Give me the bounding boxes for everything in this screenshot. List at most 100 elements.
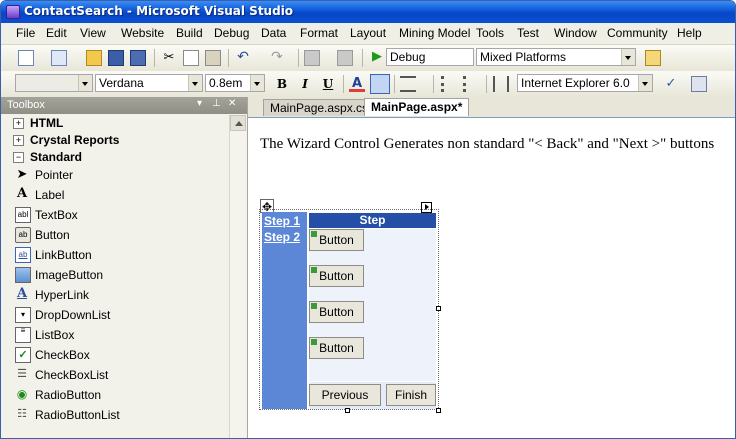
wizard-button[interactable]: Button	[309, 301, 364, 323]
toolbox-item-checkbox[interactable]: ✓ CheckBox	[13, 345, 235, 365]
toolbox-category-html[interactable]: + HTML	[13, 116, 63, 130]
previous-button[interactable]: Previous	[309, 384, 381, 406]
cut-icon[interactable]: ✂	[161, 50, 177, 66]
toolbox-item-button[interactable]: ab Button	[13, 225, 235, 245]
wizard-button[interactable]: Button	[309, 337, 364, 359]
target-schema-dropdown[interactable]: Internet Explorer 6.0	[517, 74, 653, 92]
toolbox-item-radiobutton[interactable]: ◉ RadioButton	[13, 385, 235, 405]
toolbox-item-label: ListBox	[35, 328, 75, 342]
wizard-control[interactable]: Step 1 Step 2 Step Button Button Button …	[259, 209, 439, 410]
background-color-icon[interactable]	[370, 74, 390, 94]
paste-icon[interactable]	[205, 50, 221, 66]
menu-help[interactable]: Help	[677, 26, 702, 40]
toolbox-item-imagebutton[interactable]: ImageButton	[13, 265, 235, 285]
toolbox-item-label: Button	[35, 228, 70, 242]
toolbox-category-crystal-reports[interactable]: + Crystal Reports	[13, 133, 119, 147]
menu-format[interactable]: Format	[300, 26, 338, 40]
menu-tools[interactable]: Tools	[476, 26, 504, 40]
foreground-color-icon[interactable]: A	[349, 76, 365, 92]
tab-mainpage-aspx[interactable]: MainPage.aspx*	[364, 98, 470, 116]
menu-build[interactable]: Build	[176, 26, 203, 40]
menu-data[interactable]: Data	[261, 26, 286, 40]
find-in-files-icon[interactable]	[645, 50, 661, 66]
redo-icon[interactable]: ↷	[269, 49, 285, 65]
font-size-dropdown[interactable]: 0.8em	[205, 74, 265, 92]
copy-icon[interactable]	[183, 50, 199, 66]
menu-community[interactable]: Community	[607, 26, 668, 40]
numbered-list-icon[interactable]	[441, 76, 457, 92]
toolbox-title: Toolbox	[7, 99, 45, 111]
toolbox-scrollbar[interactable]	[229, 115, 246, 438]
toolbox-item-checkboxlist[interactable]: ☰ CheckBoxList	[13, 365, 235, 385]
toolbox-item-label: HyperLink	[35, 288, 90, 302]
new-project-icon[interactable]	[18, 50, 34, 66]
hyperlink-icon: A	[16, 286, 28, 301]
menu-mining-model[interactable]: Mining Model	[399, 26, 470, 40]
standard-toolbar: ✂ ↶ ↷ ▶ Debug Mixed Platforms	[1, 45, 735, 72]
start-debugging-icon[interactable]: ▶	[369, 49, 385, 65]
menu-file[interactable]: File	[16, 26, 35, 40]
button-icon: ab	[15, 227, 31, 243]
bold-button[interactable]: B	[273, 75, 291, 93]
menu-layout[interactable]: Layout	[350, 26, 386, 40]
pin-icon[interactable]: ⊥	[212, 98, 221, 109]
menu-test[interactable]: Test	[517, 26, 539, 40]
wizard-step-1-link[interactable]: Step 1	[264, 214, 300, 228]
menu-view[interactable]: View	[80, 26, 106, 40]
menu-edit[interactable]: Edit	[46, 26, 67, 40]
font-name-dropdown[interactable]: Verdana	[95, 74, 203, 92]
check-accessibility-icon[interactable]: ✓	[663, 76, 679, 92]
wizard-step-2-link[interactable]: Step 2	[264, 230, 300, 244]
toolbox-item-listbox[interactable]: ≡ ListBox	[13, 325, 235, 345]
menu-debug[interactable]: Debug	[214, 26, 249, 40]
toolbox-item-hyperlink[interactable]: A HyperLink	[13, 285, 235, 305]
indent-icon[interactable]	[493, 76, 509, 92]
add-item-icon[interactable]	[51, 50, 67, 66]
checkbox-icon: ✓	[15, 347, 31, 363]
wizard-button[interactable]: Button	[309, 265, 364, 287]
menu-website[interactable]: Website	[121, 26, 164, 40]
toolbox-item-textbox[interactable]: abl TextBox	[13, 205, 235, 225]
wizard-button[interactable]: Button	[309, 229, 364, 251]
resize-handle[interactable]	[436, 408, 441, 413]
resize-handle[interactable]	[436, 306, 441, 311]
navigate-backward-icon[interactable]	[304, 50, 320, 66]
resize-handle[interactable]	[345, 408, 350, 413]
save-icon[interactable]	[108, 50, 124, 66]
scroll-up-icon[interactable]	[230, 115, 246, 131]
bulleted-list-icon[interactable]	[463, 76, 479, 92]
solution-platform-dropdown[interactable]: Mixed Platforms	[476, 48, 636, 66]
italic-button[interactable]: I	[296, 75, 314, 93]
save-all-icon[interactable]	[130, 50, 146, 66]
tab-mainpage-aspx-cs[interactable]: MainPage.aspx.cs	[263, 99, 376, 116]
underline-button[interactable]: U	[319, 75, 337, 93]
wizard-step-body: Button Button Button Button	[309, 229, 436, 381]
close-icon[interactable]: ✕	[228, 98, 236, 109]
solution-configuration-dropdown[interactable]: Debug	[386, 48, 474, 66]
toolbox-item-linkbutton[interactable]: ab LinkButton	[13, 245, 235, 265]
wizard-button-label: Button	[319, 341, 354, 355]
block-format-dropdown[interactable]	[15, 74, 93, 92]
menu-window[interactable]: Window	[554, 26, 597, 40]
page-description-text: The Wizard Control Generates non standar…	[260, 136, 715, 152]
category-label: Crystal Reports	[30, 133, 120, 147]
finish-button[interactable]: Finish	[386, 384, 436, 406]
window-position-icon[interactable]: ▾	[197, 98, 202, 109]
toolbox-item-radiobuttonlist[interactable]: ☷ RadioButtonList	[13, 405, 235, 425]
toolbox-item-pointer[interactable]: ➤ Pointer	[13, 165, 235, 185]
undo-icon[interactable]: ↶	[235, 49, 251, 65]
target-schema-value: Internet Explorer 6.0	[521, 76, 630, 90]
navigate-forward-icon[interactable]	[337, 50, 353, 66]
document-tabs: MainPage.aspx.cs MainPage.aspx*	[248, 97, 735, 118]
solution-platform-value: Mixed Platforms	[480, 50, 567, 64]
expand-icon: +	[13, 135, 24, 146]
solution-configuration-value: Debug	[390, 50, 426, 64]
toolbar-options-icon[interactable]	[691, 76, 707, 92]
design-surface[interactable]: The Wizard Control Generates non standar…	[248, 118, 735, 438]
toolbox-category-standard[interactable]: − Standard	[13, 150, 82, 164]
category-label: Standard	[30, 150, 83, 164]
open-folder-icon[interactable]	[86, 50, 102, 66]
toolbox-item-label[interactable]: A Label	[13, 185, 235, 205]
toolbox-item-dropdownlist[interactable]: ▾ DropDownList	[13, 305, 235, 325]
justify-icon[interactable]	[400, 76, 416, 92]
